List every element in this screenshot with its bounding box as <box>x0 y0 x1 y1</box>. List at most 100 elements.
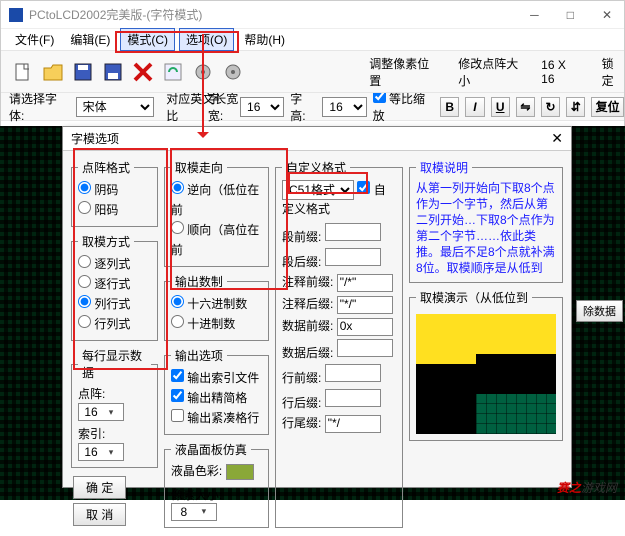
idx-label: 索引: <box>78 427 105 441</box>
output-group: 输出选项 输出索引文件 输出精简格 输出紧凑格行 <box>164 347 269 435</box>
preview-group: 取模演示（从低位到 <box>409 289 563 441</box>
flip-v-button[interactable]: ⇵ <box>566 97 585 117</box>
colrow-radio[interactable]: 列行式 <box>78 294 151 314</box>
dot-spinner[interactable]: 16▾ <box>78 403 124 421</box>
direction-legend: 取模走向 <box>171 159 227 176</box>
new-icon[interactable] <box>9 57 37 87</box>
cmt-pre-label: 注释前缀: <box>282 275 333 289</box>
width-label: 字宽: <box>208 90 234 124</box>
hex-radio[interactable]: 十六进制数 <box>171 294 262 314</box>
cancel-button[interactable]: 取 消 <box>73 503 126 526</box>
dat-suf-label: 数据后缀: <box>282 346 333 360</box>
window-title: PCtoLCD2002完美版-(字符模式) <box>29 6 526 23</box>
row-radio[interactable]: 逐行式 <box>78 274 151 294</box>
format-select[interactable]: C51格式 <box>282 180 354 200</box>
menu-options[interactable]: 选项(O) <box>179 28 234 51</box>
preview-legend: 取模演示（从低位到 <box>416 289 532 306</box>
dot-format-legend: 点阵格式 <box>78 159 134 176</box>
idxfile-check[interactable]: 输出索引文件 <box>171 368 262 388</box>
ln-pre-input[interactable] <box>325 364 381 382</box>
en-ratio-label: 对应英文长宽比 <box>166 90 246 124</box>
yin-radio[interactable]: 阴码 <box>78 180 151 200</box>
menu-help[interactable]: 帮助(H) <box>238 29 291 50</box>
maximize-button[interactable]: □ <box>563 8 578 22</box>
radix-legend: 输出数制 <box>171 273 227 290</box>
preview-canvas <box>416 314 556 434</box>
desc-body: 从第一列开始向下取8个点作为一个字节，然后从第二列开始…下取8个点作为第二个字节… <box>416 180 556 276</box>
radix-group: 输出数制 十六进制数 十进制数 <box>164 273 269 341</box>
dat-suf-input[interactable] <box>337 339 393 357</box>
dot-label: 点阵: <box>78 387 105 401</box>
lock-label: 锁定 <box>602 55 624 89</box>
saveas-icon[interactable] <box>99 57 127 87</box>
font-select[interactable]: 宋体 <box>76 97 155 117</box>
width-select[interactable]: 16 <box>240 97 284 117</box>
cmt-pre-input[interactable]: "/*" <box>337 274 393 292</box>
reverse-radio[interactable]: 逆向（低位在前 <box>171 180 262 220</box>
lcd-px-spinner[interactable]: 8▾ <box>171 503 217 521</box>
ln-pre-label: 行前缀: <box>282 371 321 385</box>
description-group: 取模说明 从第一列开始向下取8个点作为一个字节，然后从第二列开始…下取8个点作为… <box>409 159 563 283</box>
ln-suf-label: 行后缀: <box>282 396 321 410</box>
forward-radio[interactable]: 顺向（高位在前 <box>171 220 262 260</box>
tight-check[interactable]: 输出紧凑格行 <box>171 408 262 428</box>
height-select[interactable]: 16 <box>322 97 366 117</box>
lcd-color-swatch[interactable] <box>226 464 254 480</box>
reset-button[interactable]: 复位 <box>591 97 624 117</box>
lntail-label: 行尾缀: <box>282 416 321 430</box>
font-options-dialog: 字模选项 ✕ 点阵格式 阴码 阳码 取模方式 逐列式 逐行式 <box>62 126 572 488</box>
rowcol-radio[interactable]: 行列式 <box>78 314 151 334</box>
lcd-legend: 液晶面板仿真 <box>171 441 251 458</box>
seg-pre-input[interactable] <box>325 223 381 241</box>
toolbar: 调整像素位置 修改点阵大小 16 X 16 锁定 <box>1 51 624 93</box>
direction-group: 取模走向 逆向（低位在前 顺向（高位在前 <box>164 159 269 267</box>
scan-mode-group: 取模方式 逐列式 逐行式 列行式 行列式 <box>71 233 158 341</box>
underline-button[interactable]: U <box>491 97 510 117</box>
app-icon <box>9 8 23 22</box>
settings2-icon[interactable] <box>219 57 247 87</box>
rotate-button[interactable]: ↻ <box>541 97 560 117</box>
ln-suf-input[interactable] <box>325 389 381 407</box>
flip-h-button[interactable]: ⇋ <box>516 97 535 117</box>
pick-font-label: 请选择字体: <box>9 90 70 124</box>
titlebar: PCtoLCD2002完美版-(字符模式) ─ □ ✕ <box>1 1 624 29</box>
seg-suf-label: 段后缀: <box>282 255 321 269</box>
bold-button[interactable]: B <box>440 97 459 117</box>
close-button[interactable]: ✕ <box>598 8 616 22</box>
save-icon[interactable] <box>69 57 97 87</box>
italic-button[interactable]: I <box>465 97 484 117</box>
yang-radio[interactable]: 阳码 <box>78 200 151 220</box>
compact-check[interactable]: 输出精简格 <box>171 388 262 408</box>
menu-edit[interactable]: 编辑(E) <box>64 29 116 50</box>
dat-pre-input[interactable]: 0x <box>337 318 393 336</box>
scale-checkbox[interactable]: 等比缩放 <box>373 90 435 124</box>
dialog-close-button[interactable]: ✕ <box>551 130 563 147</box>
cmt-suf-label: 注释后缀: <box>282 297 333 311</box>
options-row: 请选择字体: 宋体 对应英文长宽比 . 字宽: 16 字高: 16 等比缩放 B… <box>1 93 624 121</box>
seg-suf-input[interactable] <box>325 248 381 266</box>
delete-icon[interactable] <box>129 57 157 87</box>
dot-format-group: 点阵格式 阴码 阳码 <box>71 159 158 227</box>
custom-legend: 自定义格式 <box>282 159 350 176</box>
cmt-suf-input[interactable]: "*/" <box>337 296 393 314</box>
minimize-button[interactable]: ─ <box>526 8 543 22</box>
dat-pre-label: 数据前缀: <box>282 319 333 333</box>
matrix-size-text: 16 X 16 <box>541 58 579 86</box>
menu-file[interactable]: 文件(F) <box>9 29 60 50</box>
lntail-input[interactable]: "*/ <box>325 415 381 433</box>
dec-radio[interactable]: 十进制数 <box>171 314 262 334</box>
main-window: PCtoLCD2002完美版-(字符模式) ─ □ ✕ 文件(F) 编辑(E) … <box>0 0 625 500</box>
clear-data-button[interactable]: 除数据 <box>576 300 623 322</box>
settings-icon[interactable] <box>189 57 217 87</box>
watermark: 赛之游戏网 <box>557 479 617 496</box>
dialog-title: 字模选项 <box>71 130 551 147</box>
ok-button[interactable]: 确 定 <box>73 476 126 499</box>
desc-legend: 取模说明 <box>416 159 472 176</box>
refresh-icon[interactable] <box>159 57 187 87</box>
custom-format-group: 自定义格式 C51格式 自定义格式 段前缀: 段后缀: 注释前缀: "/*" 注… <box>275 159 403 528</box>
row-display-group: 每行显示数据 点阵: 16▾ 索引: 16▾ <box>71 347 158 468</box>
menu-mode[interactable]: 模式(C) <box>120 28 175 51</box>
idx-spinner[interactable]: 16▾ <box>78 443 124 461</box>
col-radio[interactable]: 逐列式 <box>78 254 151 274</box>
open-icon[interactable] <box>39 57 67 87</box>
